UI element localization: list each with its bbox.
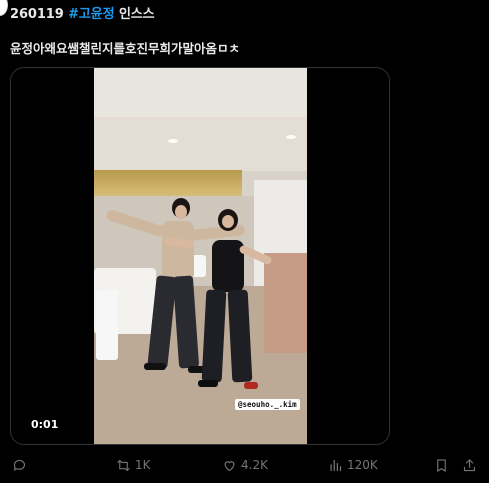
repost-icon (117, 459, 130, 471)
frame-top-band (94, 68, 307, 117)
like-button[interactable]: 4.2K (222, 455, 268, 475)
dancer-female-face (222, 215, 234, 228)
repost-button[interactable]: 1K (116, 455, 151, 475)
header-suffix: 인스스 (118, 7, 155, 22)
dancer-male-face (175, 205, 187, 219)
header-date: 260119 (10, 7, 64, 22)
ceiling-light (168, 139, 178, 143)
share-button[interactable] (462, 455, 477, 475)
chair (192, 255, 206, 277)
username-sticker: @seouho._.kim (235, 399, 300, 410)
share-icon (463, 458, 476, 471)
dancer-female-shoe (244, 382, 258, 389)
table-right (264, 253, 307, 353)
bookmark-icon (437, 458, 446, 472)
like-count: 4.2K (241, 458, 268, 472)
bookmark-button[interactable] (434, 455, 449, 475)
post-header: 260119 #고윤정 인스스 (10, 3, 155, 22)
dancer-male-shoe (144, 363, 166, 370)
ceiling (94, 117, 307, 171)
video-card[interactable]: @seouho._.kim 0:01 (10, 67, 390, 445)
reply-button[interactable] (12, 455, 31, 475)
dancer-male-torso (162, 221, 194, 281)
dancer-female-shoe (198, 380, 218, 387)
post-text: 윤정아왜요쌤챌린지를호진무희가말아옴ㅁㅊ (10, 41, 241, 56)
view-count: 120K (347, 458, 378, 472)
action-bar: 1K 4.2K 120K (0, 455, 489, 475)
avatar[interactable] (0, 0, 8, 16)
hashtag-link[interactable]: #고윤정 (68, 7, 114, 22)
gold-ceiling-panel (94, 170, 242, 198)
video-timestamp: 0:01 (31, 418, 59, 431)
video-frame[interactable]: @seouho._.kim (94, 68, 307, 444)
ceiling-light (286, 135, 296, 139)
like-icon (224, 460, 235, 471)
views-icon (330, 459, 342, 471)
reply-icon (13, 459, 26, 471)
repost-count: 1K (135, 458, 151, 472)
views-button[interactable]: 120K (328, 455, 378, 475)
chair (96, 290, 118, 360)
